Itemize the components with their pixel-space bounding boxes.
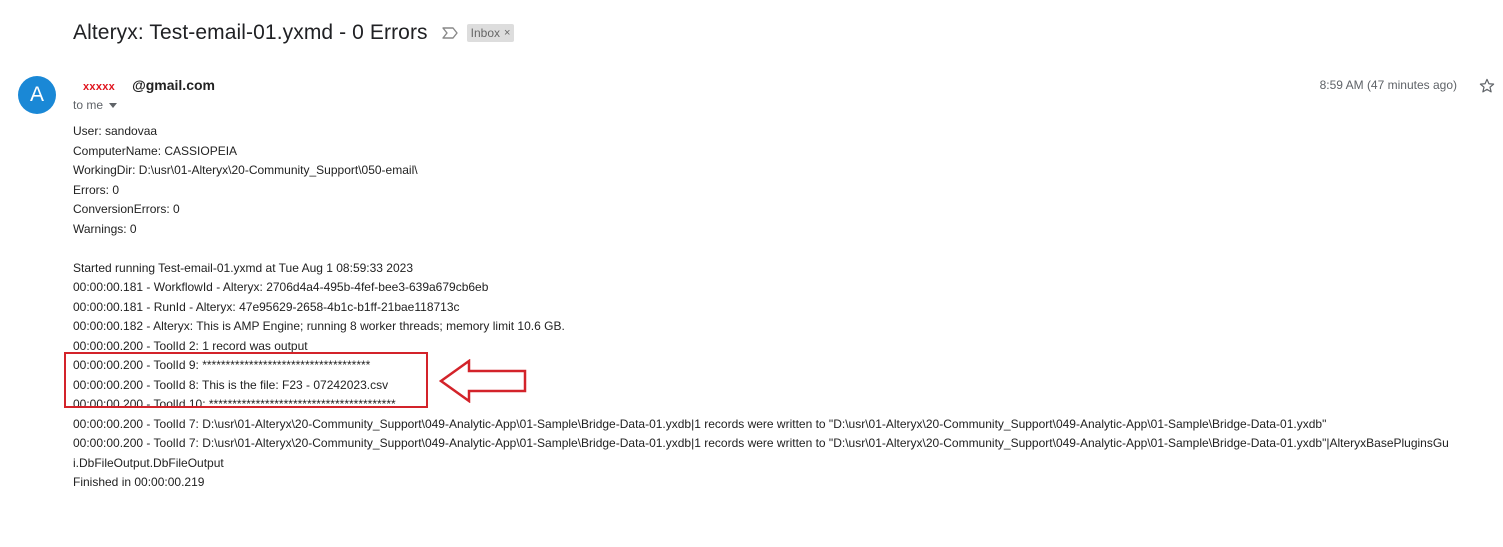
inbox-label-text: Inbox xyxy=(470,25,501,40)
body-line: 00:00:00.181 - RunId - Alteryx: 47e95629… xyxy=(73,299,460,314)
important-marker-icon[interactable] xyxy=(441,26,459,40)
left-arrow-icon xyxy=(438,358,527,404)
body-line: Warnings: 0 xyxy=(73,221,137,236)
sender-email[interactable]: @gmail.com xyxy=(132,77,215,93)
inbox-label-chip: Inbox × xyxy=(466,24,515,42)
body-line: User: sandovaa xyxy=(73,124,158,138)
body-line: Finished in 00:00:00.219 xyxy=(73,475,205,489)
sender-name-redacted: xxxxx xyxy=(83,81,116,93)
body-line: ComputerName: CASSIOPEIA xyxy=(73,143,238,158)
body-line: 00:00:00.182 - Alteryx: This is AMP Engi… xyxy=(73,319,565,333)
body-line: ConversionErrors: 0 xyxy=(73,202,180,216)
recipient-text: to me xyxy=(73,98,104,112)
chevron-down-icon[interactable] xyxy=(109,102,118,108)
body-line: 00:00:00.200 - ToolId 7: D:\usr\01-Alter… xyxy=(73,416,1327,431)
subject-row: Alteryx: Test-email-01.yxmd - 0 Errors I… xyxy=(73,18,515,48)
star-icon[interactable] xyxy=(1478,77,1496,95)
avatar-letter: A xyxy=(29,83,44,106)
recipient-row[interactable]: to me xyxy=(73,98,118,112)
body-line-highlighted: 00:00:00.200 - ToolId 10: **************… xyxy=(73,397,396,411)
body-blank-line xyxy=(73,239,1483,259)
body-line-highlighted: 00:00:00.200 - ToolId 8: This is the fil… xyxy=(73,377,389,392)
sender-row: xxxxx @gmail.com xyxy=(73,77,215,93)
body-line-highlighted: 00:00:00.200 - ToolId 9: ***************… xyxy=(73,358,371,372)
body-line: 00:00:00.200 - ToolId 7: D:\usr\01-Alter… xyxy=(73,436,1449,470)
body-line: 00:00:00.181 - WorkflowId - Alteryx: 270… xyxy=(73,280,489,294)
email-subject: Alteryx: Test-email-01.yxmd - 0 Errors xyxy=(73,21,428,44)
remove-label-icon[interactable]: × xyxy=(504,27,510,39)
body-line: 00:00:00.200 - ToolId 2: 1 record was ou… xyxy=(73,338,308,353)
body-line: Started running Test-email-01.yxmd at Tu… xyxy=(73,260,413,275)
body-line: WorkingDir: D:\usr\01-Alteryx\20-Communi… xyxy=(73,163,418,177)
email-body: User: sandovaa ComputerName: CASSIOPEIA … xyxy=(73,122,1483,493)
sender-avatar[interactable]: A xyxy=(18,76,56,114)
email-timestamp: 8:59 AM (47 minutes ago) xyxy=(1319,78,1457,92)
body-line: Errors: 0 xyxy=(73,182,120,197)
